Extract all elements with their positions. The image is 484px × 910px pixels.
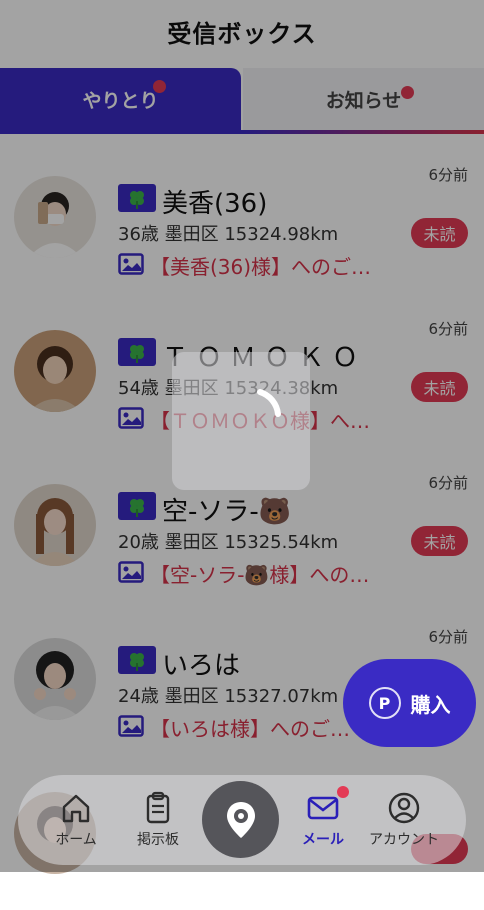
- loading-indicator: [172, 352, 310, 490]
- mail-icon: [307, 796, 339, 820]
- spinner-icon: [257, 389, 281, 417]
- buy-points-label: 購入: [410, 692, 451, 717]
- points-icon: P: [368, 687, 401, 719]
- nav-mail[interactable]: メール: [283, 791, 363, 849]
- nav-board[interactable]: 掲示板: [118, 791, 198, 849]
- nav-account[interactable]: アカウント: [364, 791, 444, 849]
- location-icon: [226, 801, 255, 838]
- account-icon: [388, 792, 420, 824]
- nav-board-label: 掲示板: [137, 832, 179, 848]
- nav-account-label: アカウント: [369, 832, 439, 848]
- nav-home-label: ホーム: [55, 832, 97, 848]
- home-icon: [62, 794, 90, 823]
- buy-points-button[interactable]: P 購入: [343, 659, 476, 747]
- mail-badge: [337, 786, 349, 798]
- nav-home[interactable]: ホーム: [36, 791, 116, 849]
- nav-location-button[interactable]: [202, 781, 279, 858]
- board-icon: [146, 791, 170, 824]
- nav-mail-label: メール: [302, 832, 344, 848]
